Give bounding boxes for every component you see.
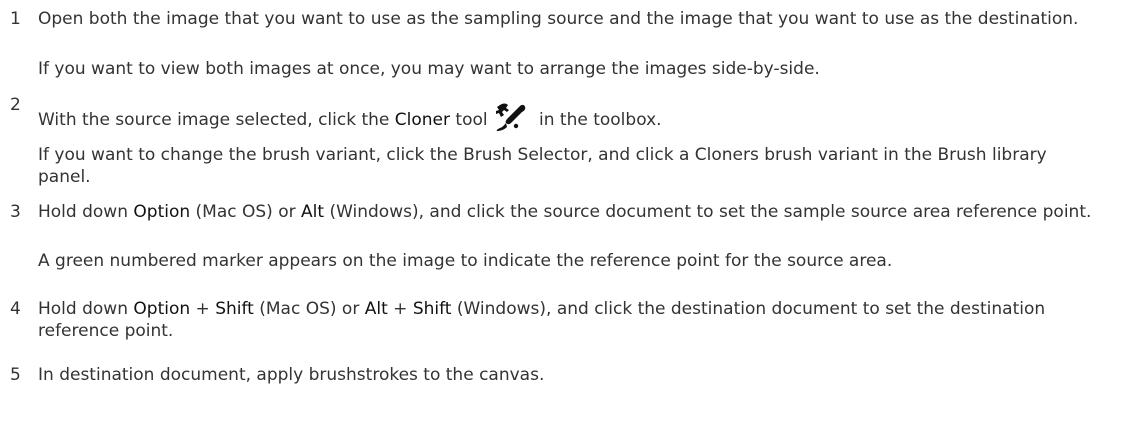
option-keyword: Option xyxy=(133,299,191,319)
text-segment: in the toolbox. xyxy=(533,110,662,130)
plus-sign: + xyxy=(190,299,216,319)
step-note: If you want to view both images at once,… xyxy=(38,59,820,79)
alt-keyword: Alt xyxy=(364,299,388,319)
text-segment: (Mac OS) or xyxy=(253,299,365,319)
option-keyword: Option xyxy=(133,202,191,222)
text-segment: With the source image selected, click th… xyxy=(38,110,395,130)
cloner-keyword: Cloner xyxy=(394,110,450,130)
alt-keyword: Alt xyxy=(301,202,325,222)
step-text: Hold down Option + Shift (Mac OS) or Alt… xyxy=(38,298,1098,342)
step-number: 3 xyxy=(10,202,21,222)
shift-keyword: Shift xyxy=(412,299,452,319)
step-text: With the source image selected, click th… xyxy=(38,102,1098,132)
step-text: Hold down Option (Mac OS) or Alt (Window… xyxy=(38,201,1098,223)
step-text: In destination document, apply brushstro… xyxy=(38,365,545,385)
cloner-tool-icon xyxy=(494,102,528,132)
step-number: 5 xyxy=(10,365,21,385)
step-number: 1 xyxy=(10,9,21,29)
step-note: If you want to change the brush variant,… xyxy=(38,145,1047,187)
text-segment: Hold down xyxy=(38,202,134,222)
instruction-document: 1 Open both the image that you want to u… xyxy=(0,0,1127,431)
text-segment: Hold down xyxy=(38,299,134,319)
text-segment: tool xyxy=(450,110,488,130)
step-note: A green numbered marker appears on the i… xyxy=(38,251,893,271)
step-text: Open both the image that you want to use… xyxy=(38,9,1079,29)
step-number: 4 xyxy=(10,299,21,319)
shift-keyword: Shift xyxy=(215,299,254,319)
text-segment: (Windows), and click the source document… xyxy=(324,202,1092,222)
step-number: 2 xyxy=(10,95,21,115)
plus-sign: + xyxy=(387,299,413,319)
text-segment: (Mac OS) or xyxy=(190,202,302,222)
